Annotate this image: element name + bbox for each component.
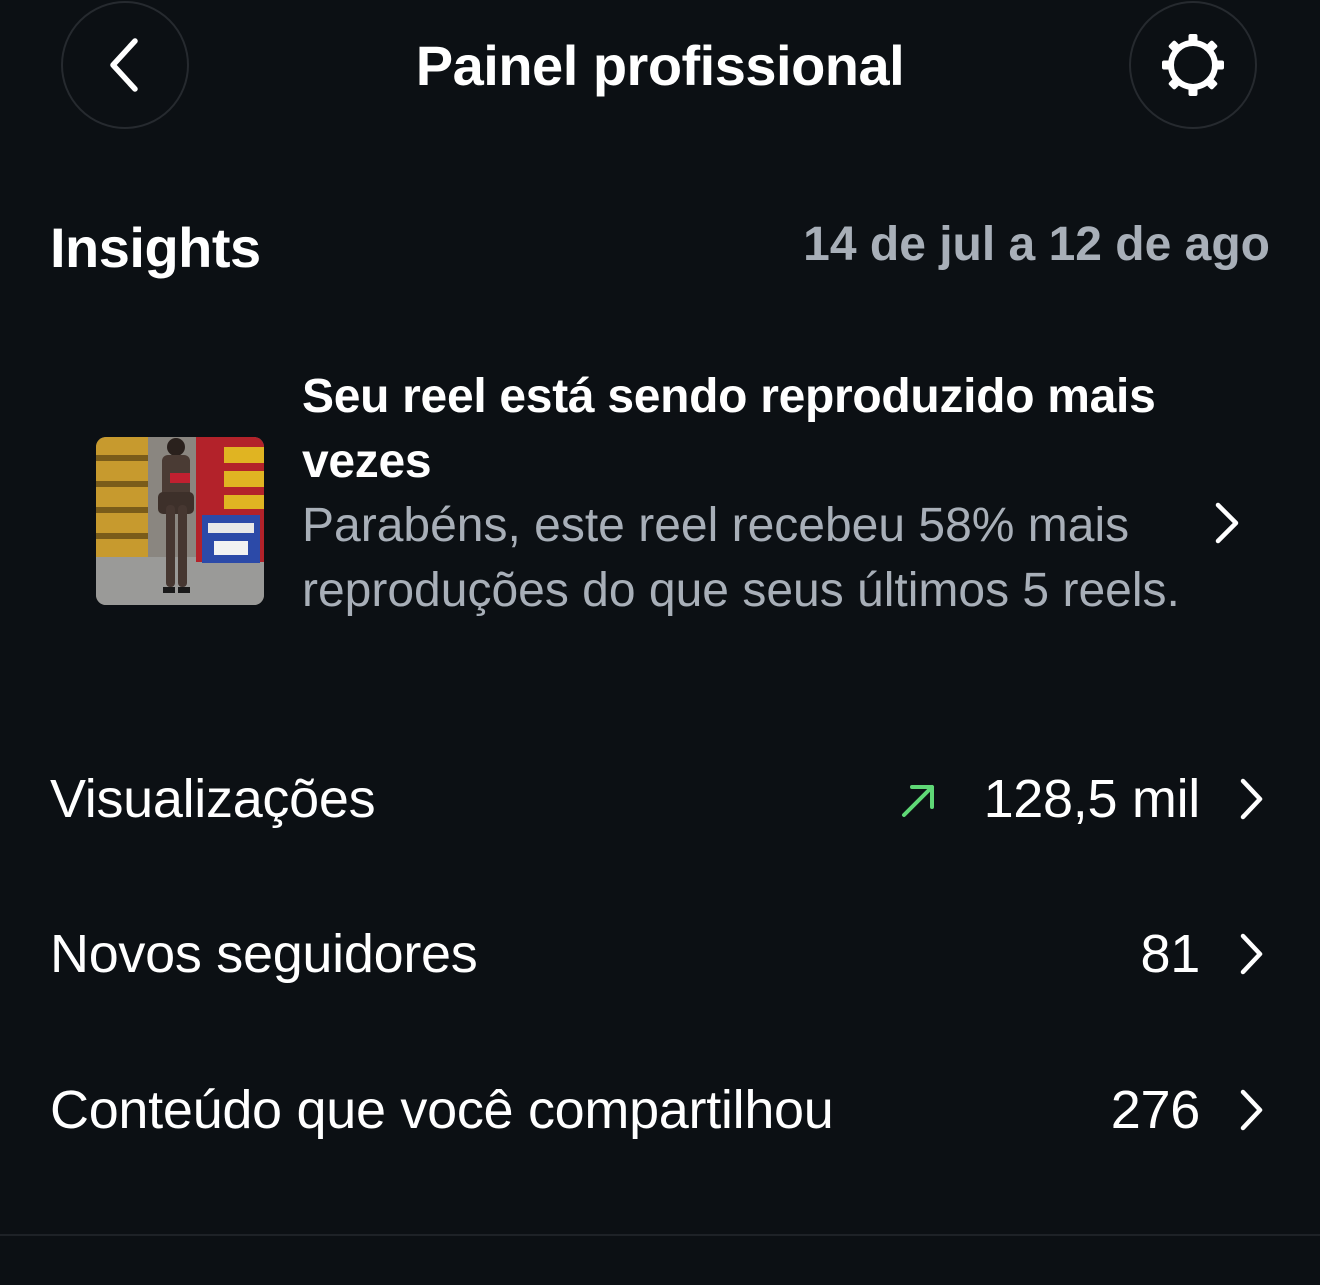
gear-icon (1162, 34, 1224, 96)
chevron-right-icon (1240, 778, 1263, 820)
metric-row-shared-content[interactable]: Conteúdo que você compartilhou 276 (0, 1066, 1320, 1156)
metric-value: 276 (1110, 1080, 1201, 1140)
metric-label: Visualizações (50, 769, 376, 829)
reel-card-description: Parabéns, este reel recebeu 58% mais rep… (302, 499, 1180, 617)
metric-row-new-followers[interactable]: Novos seguidores 81 (0, 910, 1320, 1000)
reel-card-title: Seu reel está sendo reproduzido mais vez… (302, 370, 1156, 488)
date-range[interactable]: 14 de jul a 12 de ago (803, 212, 1270, 278)
reel-thumbnail (96, 437, 264, 605)
metric-value: 128,5 mil (983, 769, 1201, 829)
chevron-right-icon (1215, 502, 1239, 544)
insights-title: Insights (50, 216, 261, 279)
metric-label: Novos seguidores (50, 924, 478, 984)
chevron-right-icon (1240, 933, 1263, 975)
metric-label: Conteúdo que você compartilhou (50, 1080, 834, 1140)
divider (0, 1234, 1320, 1236)
chevron-right-icon (1240, 1089, 1263, 1131)
page-title: Painel profissional (415, 34, 905, 97)
metric-value: 81 (1140, 924, 1201, 984)
settings-button[interactable] (1129, 1, 1257, 129)
trend-up-icon (902, 785, 934, 817)
professional-dashboard: Painel profissional Insights 14 de jul a… (0, 0, 1320, 1285)
reel-insight-card[interactable]: Seu reel está sendo reproduzido mais vez… (0, 360, 1320, 690)
metric-row-views[interactable]: Visualizações 128,5 mil (0, 755, 1320, 845)
